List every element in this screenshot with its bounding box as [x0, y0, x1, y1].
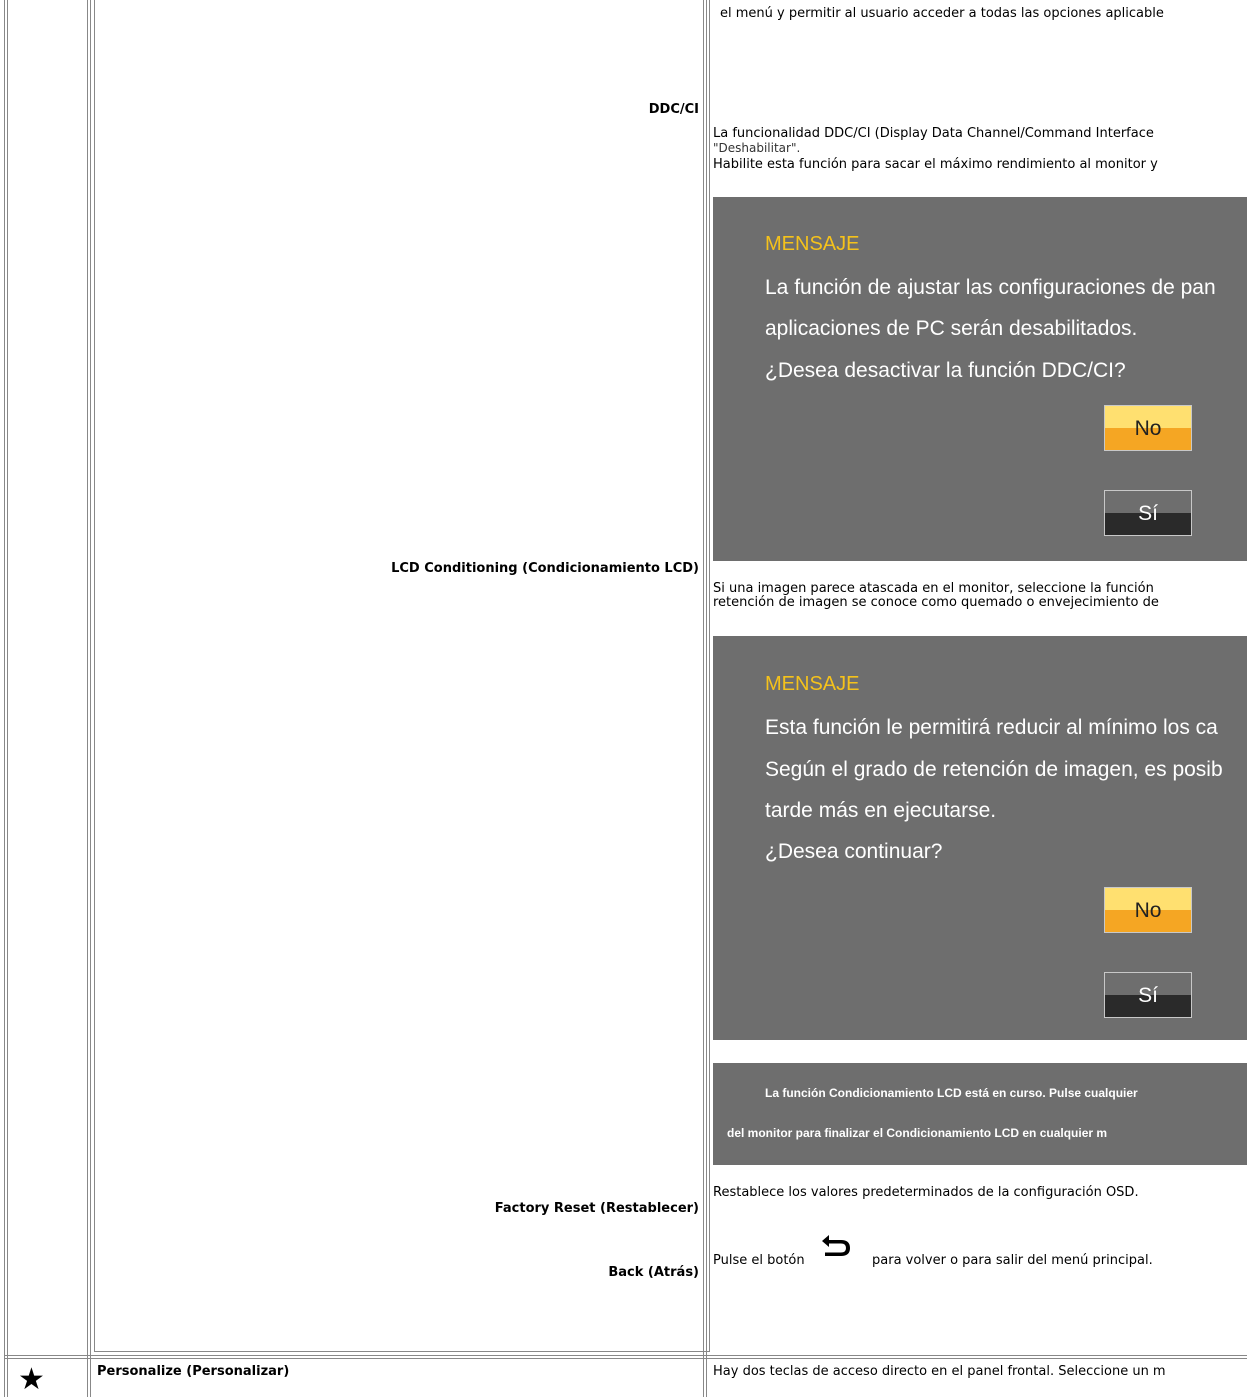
osd-line: aplicaciones de PC serán desabilitados. — [765, 317, 1138, 340]
row-divider-b — [4, 1355, 1247, 1356]
no-button[interactable]: No — [1104, 887, 1192, 933]
back-description-before: Pulse el botón — [713, 1253, 805, 1268]
star-icon: ★ — [18, 1362, 45, 1397]
column-divider-1a — [87, 0, 88, 1397]
factory-reset-description: Restablece los valores predeterminados d… — [713, 1185, 1139, 1200]
inner-left-line — [94, 0, 95, 1352]
inner-mid-line — [709, 0, 710, 1352]
row-divider-a — [94, 1351, 710, 1352]
ddcci-description-1: La funcionalidad DDC/CI (Display Data Ch… — [713, 126, 1154, 141]
table-border-left — [4, 0, 5, 1397]
progress-line: del monitor para finalizar el Condiciona… — [727, 1126, 1108, 1140]
ddcci-description-2: "Deshabilitar". — [713, 141, 801, 155]
column-divider-1b — [90, 0, 91, 1397]
osd-line: ¿Desea desactivar la función DDC/CI? — [765, 359, 1126, 382]
lcd-osd-message: MENSAJE Esta función le permitirá reduci… — [713, 636, 1247, 1040]
ddcci-label: DDC/CI — [648, 102, 699, 117]
yes-button[interactable]: Sí — [1104, 972, 1192, 1018]
back-description-after: para volver o para salir del menú princi… — [872, 1253, 1153, 1268]
back-arrow-icon — [819, 1232, 851, 1258]
ddcci-osd-message: MENSAJE La función de ajustar las config… — [713, 197, 1247, 561]
osd-title: MENSAJE — [765, 673, 860, 695]
lcd-conditioning-label: LCD Conditioning (Condicionamiento LCD) — [391, 561, 699, 576]
back-label: Back (Atrás) — [608, 1265, 699, 1280]
osd-line: La función de ajustar las configuracione… — [765, 276, 1216, 299]
progress-line: La función Condicionamiento LCD está en … — [765, 1086, 1138, 1100]
no-button[interactable]: No — [1104, 405, 1192, 451]
lcd-progress-message: La función Condicionamiento LCD está en … — [713, 1063, 1247, 1165]
table-border-left-inner — [7, 0, 8, 1397]
menu-description: el menú y permitir al usuario acceder a … — [720, 6, 1164, 21]
personalize-label: Personalize (Personalizar) — [97, 1364, 290, 1379]
factory-reset-label: Factory Reset (Restablecer) — [494, 1201, 699, 1216]
yes-button[interactable]: Sí — [1104, 490, 1192, 536]
osd-title: MENSAJE — [765, 233, 860, 255]
osd-line: tarde más en ejecutarse. — [765, 799, 997, 822]
column-divider-2a — [703, 0, 704, 1397]
column-divider-2b — [706, 0, 707, 1397]
row-divider-c — [4, 1358, 1247, 1359]
lcd-description-1: Si una imagen parece atascada en el moni… — [713, 581, 1154, 596]
personalize-description: Hay dos teclas de acceso directo en el p… — [713, 1364, 1166, 1379]
lcd-description-2: retención de imagen se conoce como quema… — [713, 595, 1159, 610]
osd-line: ¿Desea continuar? — [765, 840, 943, 863]
osd-line: Esta función le permitirá reducir al mín… — [765, 716, 1218, 739]
ddcci-description-3: Habilite esta función para sacar el máxi… — [713, 157, 1158, 172]
osd-line: Según el grado de retención de imagen, e… — [765, 758, 1223, 781]
